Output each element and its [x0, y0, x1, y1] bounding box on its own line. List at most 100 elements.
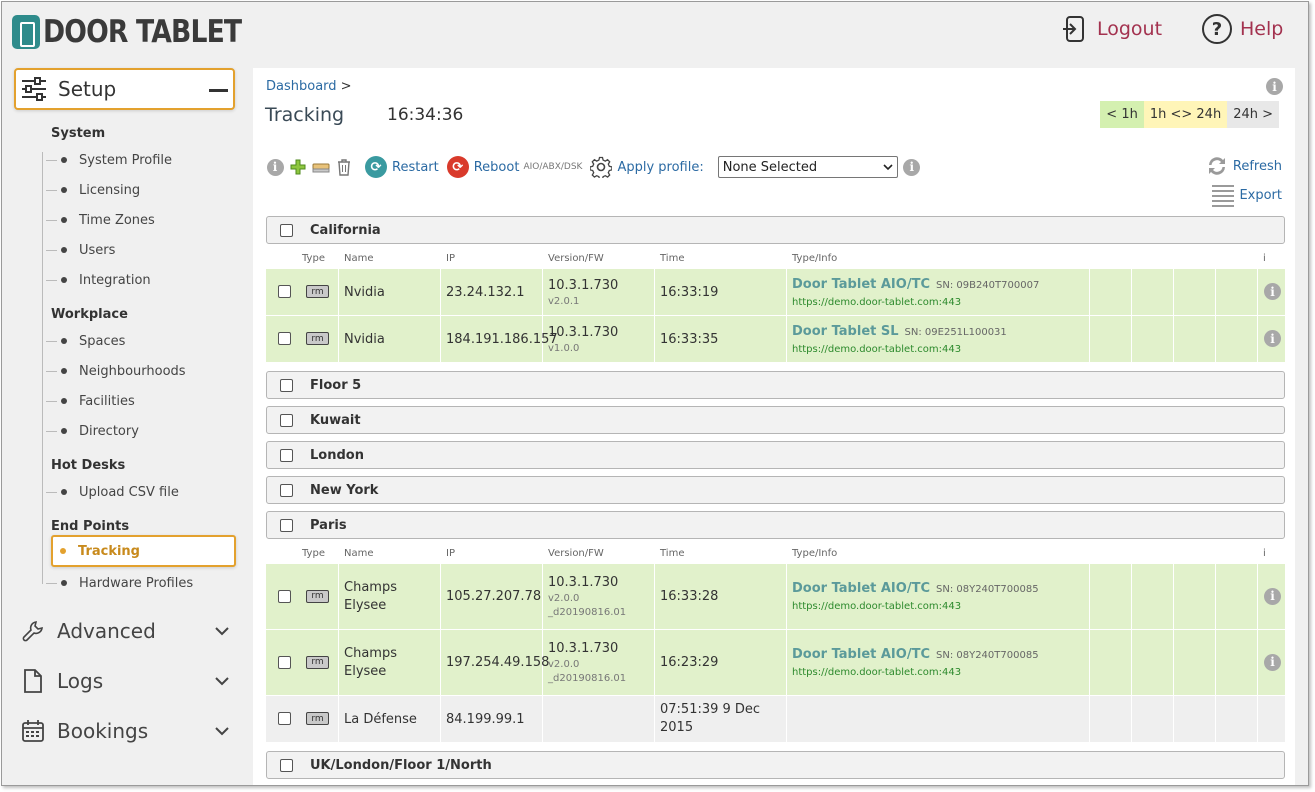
row-checkbox[interactable] — [278, 332, 291, 345]
apply-profile-button[interactable]: Apply profile: — [590, 156, 704, 178]
setup-label: Setup — [58, 77, 117, 101]
logo[interactable]: DOOR TABLET — [12, 14, 274, 50]
group-checkbox[interactable] — [280, 518, 293, 532]
sidebar-group-bookings[interactable]: Bookings — [20, 715, 235, 747]
sidebar-item-facilities[interactable]: Facilities — [46, 390, 135, 412]
device-time: 16:33:19 — [660, 284, 719, 300]
sidebar-item-upload-csv[interactable]: Upload CSV file — [46, 481, 179, 503]
table-row[interactable]: rm Champs Elysee 105.27.207.78 10.3.1.73… — [266, 564, 1285, 629]
table-row[interactable]: rm Nvidia 23.24.132.1 10.3.1.730 v2.0.1 1… — [266, 269, 1285, 315]
group-checkbox[interactable] — [280, 223, 293, 237]
info-icon[interactable]: i — [1264, 283, 1281, 300]
range-1h-24h[interactable]: 1h <> 24h — [1143, 101, 1228, 128]
export-icon — [1212, 185, 1235, 207]
group-checkbox[interactable] — [280, 378, 293, 392]
section-end-points: End Points — [51, 519, 130, 534]
device-time: 16:23:29 — [660, 655, 719, 670]
device-type-badge: rm — [306, 589, 329, 603]
location-group-london[interactable]: London — [266, 441, 1285, 469]
device-version: 10.3.1.730 v2.0.0 _d20190816.01 — [548, 575, 627, 618]
edit-icon[interactable] — [311, 157, 331, 177]
add-icon[interactable] — [288, 157, 308, 177]
location-group-kuwait[interactable]: Kuwait — [266, 406, 1285, 434]
sidebar-item-system-profile[interactable]: System Profile — [46, 149, 172, 171]
sidebar-item-neighbourhoods[interactable]: Neighbourhoods — [46, 360, 186, 382]
device-version: 10.3.1.730 v1.0.0 — [548, 324, 619, 354]
device-ip: 197.254.49.158 — [446, 655, 550, 670]
device-name: Nvidia — [344, 331, 385, 347]
info-icon[interactable]: i — [265, 157, 285, 177]
breadcrumb-dashboard[interactable]: Dashboard — [266, 79, 337, 94]
logo-icon — [12, 15, 40, 49]
app-window: DOOR TABLET Logout ? Help Setup System S… — [1, 1, 1309, 786]
gear-icon — [590, 156, 613, 178]
device-type-badge: rm — [306, 655, 329, 669]
range-over-24h[interactable]: 24h > — [1227, 101, 1279, 128]
row-checkbox[interactable] — [278, 712, 291, 725]
reboot-button[interactable]: ⟳ Reboot AIO/ABX/DSK — [446, 156, 582, 178]
device-name: Champs Elysee — [344, 579, 397, 613]
section-hot-desks: Hot Desks — [51, 458, 126, 473]
logout-link[interactable]: Logout — [1059, 14, 1162, 44]
range-under-1h[interactable]: < 1h — [1100, 101, 1144, 128]
device-name: La Défense — [344, 711, 417, 727]
group-checkbox[interactable] — [280, 448, 293, 462]
table-row[interactable]: rm La Défense 84.199.99.1 07:51:39 9 Dec… — [266, 696, 1285, 742]
help-icon: ? — [1202, 14, 1232, 44]
sidebar-item-tracking[interactable]: Tracking — [51, 535, 236, 567]
sidebar-item-integration[interactable]: Integration — [46, 269, 151, 291]
tree-line — [42, 152, 43, 584]
restart-button[interactable]: ⟳ Restart — [365, 156, 439, 178]
group-checkbox[interactable] — [280, 413, 293, 427]
trash-icon[interactable] — [334, 157, 354, 177]
sidebar-item-directory[interactable]: Directory — [46, 420, 139, 442]
device-type-badge: rm — [306, 712, 329, 725]
group-checkbox[interactable] — [280, 758, 293, 772]
location-group-uk-london-floor1-north[interactable]: UK/London/Floor 1/North — [266, 751, 1285, 779]
table-row[interactable]: rm Nvidia 184.191.186.157 10.3.1.730 v1.0… — [266, 316, 1285, 362]
info-icon[interactable]: i — [1264, 653, 1281, 671]
location-group-paris[interactable]: Paris — [266, 511, 1285, 539]
device-type-info: Door Tablet AIO/TC SN: 08Y240T700085 http… — [792, 647, 1039, 678]
sidebar-group-logs[interactable]: Logs — [20, 665, 235, 697]
location-group-california[interactable]: California — [266, 216, 1285, 244]
restart-icon: ⟳ — [365, 156, 387, 178]
row-checkbox[interactable] — [278, 285, 291, 298]
sidebar-item-users[interactable]: Users — [46, 239, 115, 261]
table-row[interactable]: rm Champs Elysee 197.254.49.158 10.3.1.7… — [266, 630, 1285, 695]
location-group-floor-5[interactable]: Floor 5 — [266, 371, 1285, 399]
chevron-down-icon — [215, 677, 229, 686]
export-button[interactable]: Export — [1211, 183, 1282, 207]
sidebar-item-spaces[interactable]: Spaces — [46, 330, 125, 352]
group-checkbox[interactable] — [280, 483, 293, 497]
device-type-info: Door Tablet AIO/TC SN: 08Y240T700085 http… — [792, 581, 1039, 612]
help-link[interactable]: ? Help — [1202, 14, 1283, 44]
breadcrumb-separator: > — [340, 79, 352, 94]
device-url[interactable]: https://demo.door-tablet.com:443 — [792, 297, 961, 308]
section-workplace: Workplace — [51, 307, 128, 322]
info-icon[interactable]: i — [1264, 587, 1281, 605]
sidebar-item-time-zones[interactable]: Time Zones — [46, 209, 155, 231]
profile-select[interactable]: None Selected — [717, 156, 898, 178]
device-type-info: Door Tablet AIO/TC SN: 09B240T700007 http… — [792, 276, 1040, 308]
sliders-icon — [22, 77, 46, 101]
collapse-icon[interactable] — [209, 89, 228, 92]
info-icon[interactable]: i — [902, 157, 922, 177]
device-url[interactable]: https://demo.door-tablet.com:443 — [792, 667, 961, 678]
location-group-new-york[interactable]: New York — [266, 476, 1285, 504]
device-url[interactable]: https://demo.door-tablet.com:443 — [792, 344, 961, 355]
refresh-icon — [1208, 157, 1225, 175]
sidebar-item-licensing[interactable]: Licensing — [46, 179, 140, 201]
sidebar-item-hardware-profiles[interactable]: Hardware Profiles — [46, 572, 193, 594]
row-checkbox[interactable] — [278, 589, 291, 603]
section-system: System — [51, 126, 106, 141]
info-icon[interactable]: i — [1266, 78, 1283, 95]
device-url[interactable]: https://demo.door-tablet.com:443 — [792, 601, 961, 612]
refresh-button[interactable]: Refresh — [1205, 154, 1282, 178]
device-ip: 84.199.99.1 — [446, 711, 525, 727]
row-checkbox[interactable] — [278, 655, 291, 669]
sidebar-setup-toggle[interactable]: Setup — [14, 68, 235, 110]
info-icon[interactable]: i — [1264, 330, 1281, 347]
table-header: Type Name IP Version/FW Time Type/Info i — [302, 253, 1266, 264]
sidebar-group-advanced[interactable]: Advanced — [20, 615, 235, 647]
